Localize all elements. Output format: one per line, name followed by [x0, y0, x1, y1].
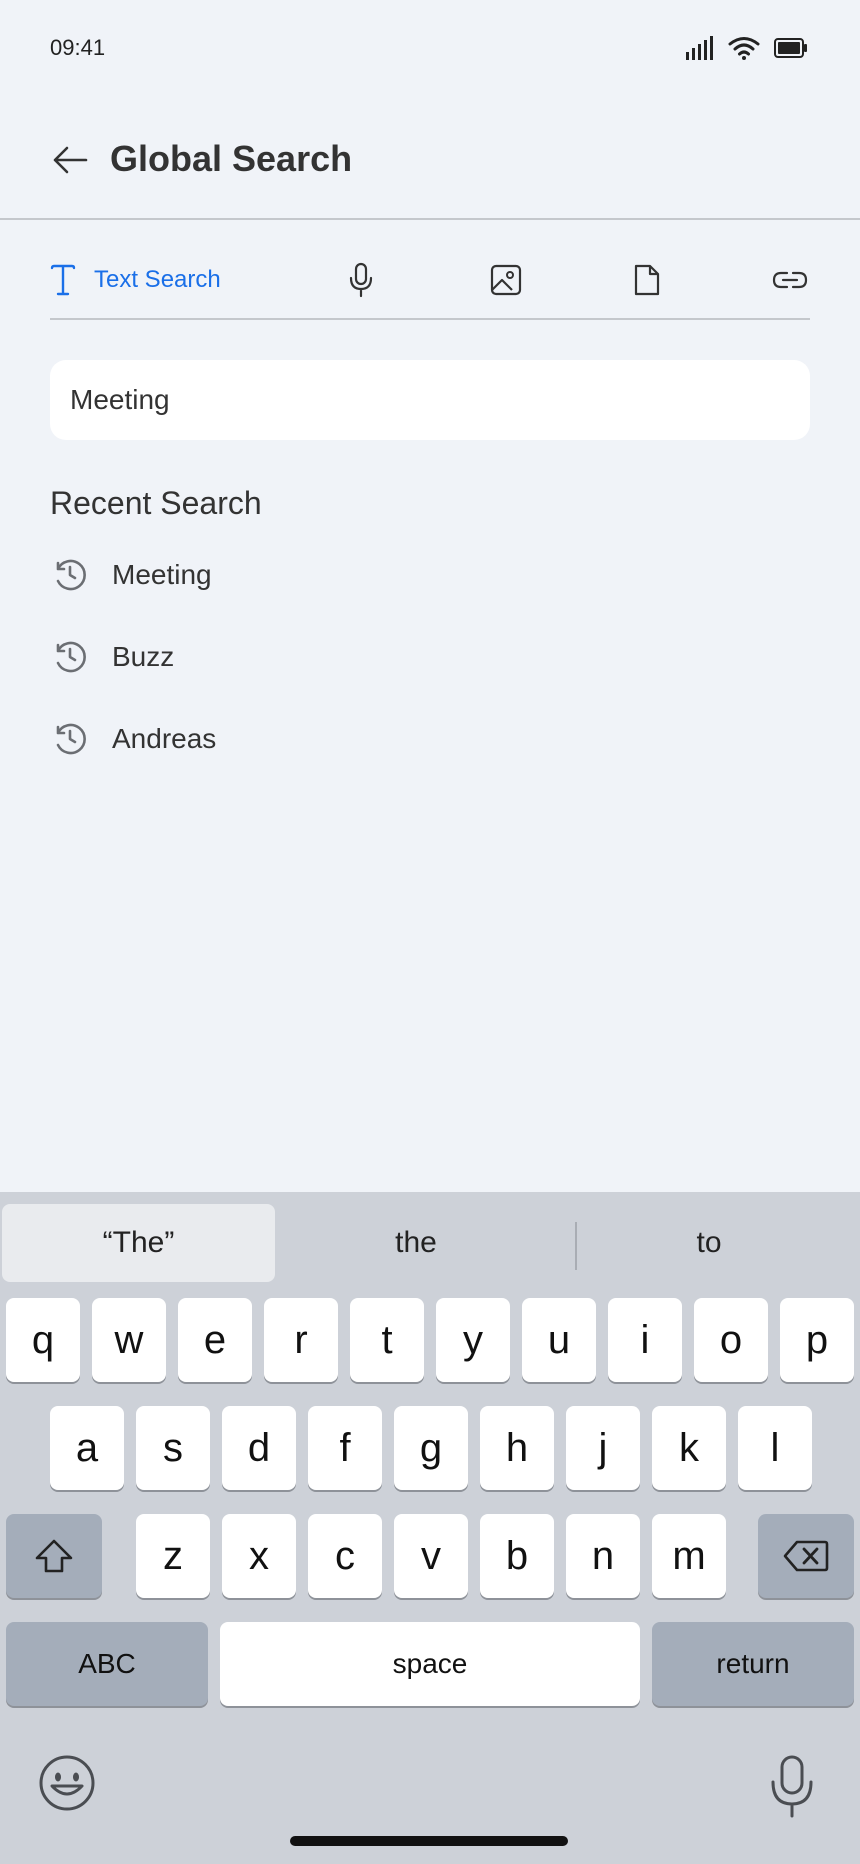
tab-link-search[interactable]: [772, 260, 808, 300]
suggestion-2[interactable]: the: [290, 1204, 542, 1282]
recent-search-item[interactable]: Meeting: [50, 555, 810, 637]
key-y[interactable]: y: [436, 1298, 510, 1382]
key-t[interactable]: t: [350, 1298, 424, 1382]
tab-image-search[interactable]: [490, 260, 522, 300]
recent-search-title: Recent Search: [50, 485, 262, 521]
key-g[interactable]: g: [394, 1406, 468, 1490]
image-icon: [490, 264, 522, 296]
status-icons: [686, 36, 808, 60]
back-arrow-icon: [53, 146, 88, 174]
key-z[interactable]: z: [136, 1514, 210, 1598]
recent-search-list: Meeting Buzz Andreas: [50, 555, 810, 801]
key-o[interactable]: o: [694, 1298, 768, 1382]
status-time: 09:41: [50, 35, 106, 60]
key-l[interactable]: l: [738, 1406, 812, 1490]
tab-voice-search[interactable]: [348, 260, 374, 300]
tab-text-search[interactable]: Text Search: [50, 260, 221, 300]
emoji-icon: [39, 1755, 95, 1811]
recent-search-label: Buzz: [112, 641, 175, 672]
key-v[interactable]: v: [394, 1514, 468, 1598]
key-k[interactable]: k: [652, 1406, 726, 1490]
key-w[interactable]: w: [92, 1298, 166, 1382]
emoji-key[interactable]: [38, 1754, 96, 1812]
key-a[interactable]: a: [50, 1406, 124, 1490]
recent-search-item[interactable]: Buzz: [50, 637, 810, 719]
battery-icon: [774, 38, 807, 58]
recent-search-item[interactable]: Andreas: [50, 719, 810, 801]
suggestion-1[interactable]: “The”: [2, 1204, 275, 1282]
recent-search-label: Andreas: [112, 723, 217, 754]
key-f[interactable]: f: [308, 1406, 382, 1490]
link-icon: [772, 271, 808, 289]
search-mode-tabs: Text Search: [50, 250, 810, 320]
shift-key[interactable]: [6, 1514, 102, 1598]
key-e[interactable]: e: [178, 1298, 252, 1382]
signal-icon: [686, 36, 713, 60]
return-key[interactable]: return: [652, 1622, 854, 1706]
recent-search-label: Meeting: [112, 559, 212, 590]
header-divider: [0, 218, 860, 220]
backspace-icon: [783, 1540, 829, 1572]
space-key[interactable]: space: [220, 1622, 640, 1706]
history-icon: [50, 555, 90, 595]
key-q[interactable]: q: [6, 1298, 80, 1382]
file-icon: [634, 264, 660, 296]
abc-key[interactable]: ABC: [6, 1622, 208, 1706]
key-n[interactable]: n: [566, 1514, 640, 1598]
key-b[interactable]: b: [480, 1514, 554, 1598]
key-p[interactable]: p: [780, 1298, 854, 1382]
shift-icon: [35, 1539, 73, 1573]
status-bar: 09:41: [0, 0, 860, 100]
key-m[interactable]: m: [652, 1514, 726, 1598]
dictation-key[interactable]: [768, 1754, 816, 1818]
header: Global Search: [0, 120, 860, 220]
key-s[interactable]: s: [136, 1406, 210, 1490]
history-icon: [50, 719, 90, 759]
suggestion-3[interactable]: to: [580, 1204, 838, 1282]
key-x[interactable]: x: [222, 1514, 296, 1598]
text-icon: [50, 264, 76, 296]
back-button[interactable]: [48, 140, 92, 180]
key-i[interactable]: i: [608, 1298, 682, 1382]
wifi-icon: [728, 37, 760, 60]
tab-text-search-label: Text Search: [94, 266, 221, 293]
microphone-icon: [771, 1755, 813, 1818]
suggestion-divider: [575, 1222, 577, 1270]
key-d[interactable]: d: [222, 1406, 296, 1490]
key-c[interactable]: c: [308, 1514, 382, 1598]
microphone-icon: [349, 262, 373, 298]
key-u[interactable]: u: [522, 1298, 596, 1382]
keyboard-suggestions: “The” the to: [0, 1204, 860, 1284]
keyboard: “The” the to q w e r t y u i o p a s d f…: [0, 1192, 860, 1864]
key-h[interactable]: h: [480, 1406, 554, 1490]
page-title: Global Search: [110, 138, 353, 179]
key-r[interactable]: r: [264, 1298, 338, 1382]
delete-key[interactable]: [758, 1514, 854, 1598]
tabs-underline: [50, 318, 810, 320]
search-input[interactable]: [50, 360, 810, 440]
history-icon: [50, 637, 90, 677]
home-indicator: [290, 1836, 568, 1846]
tab-file-search[interactable]: [633, 260, 661, 300]
key-j[interactable]: j: [566, 1406, 640, 1490]
